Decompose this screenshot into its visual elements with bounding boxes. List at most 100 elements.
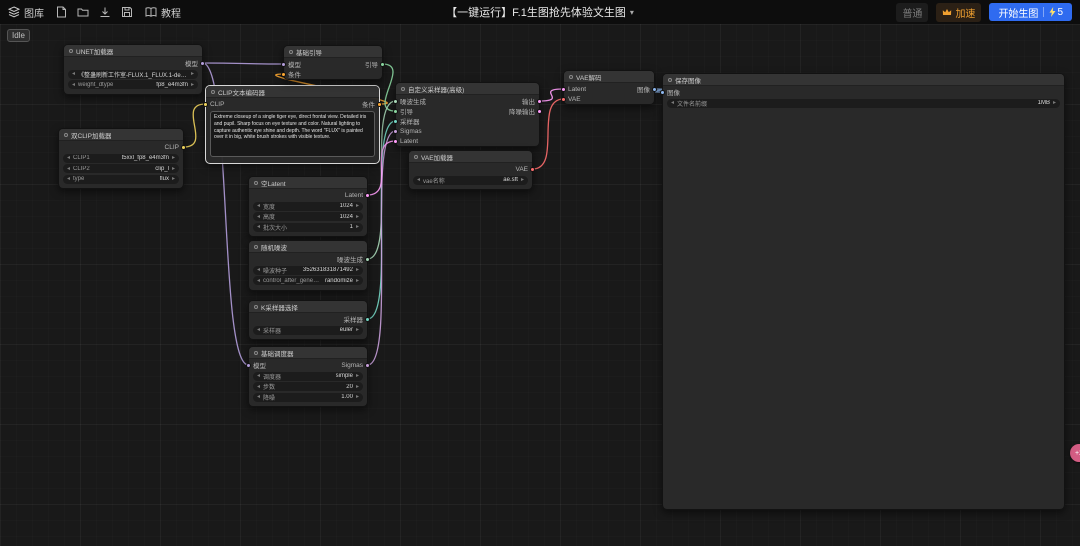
collapse-toggle-icon[interactable] [69, 49, 73, 53]
output-port-模型[interactable] [200, 61, 205, 66]
new-file-icon[interactable] [56, 6, 67, 18]
increment-arrow[interactable]: ▸ [356, 384, 359, 390]
output-port-Latent[interactable] [365, 193, 370, 198]
widget-CLIP1[interactable]: ◂CLIP1t5xxl_fp8_e4m3fn▸ [63, 154, 179, 163]
collapse-toggle-icon[interactable] [414, 155, 418, 159]
node-vae-loader[interactable]: VAE加载器VAE◂vae名称ae.sft▸ [408, 150, 533, 190]
mode-normal-button[interactable]: 普通 [896, 3, 928, 22]
output-port-VAE[interactable] [530, 167, 535, 172]
save-icon[interactable] [121, 6, 133, 18]
increment-arrow[interactable]: ▸ [356, 327, 359, 333]
input-port-Latent[interactable] [561, 87, 566, 92]
output-port-降噪输出[interactable] [537, 109, 542, 114]
widget-步数[interactable]: ◂步数20▸ [253, 382, 363, 391]
node-random-noise[interactable]: 随机噪波噪波生成◂噪波种子352631831871492▸◂control_af… [248, 240, 368, 291]
prompt-textarea[interactable]: Extreme closeup of a single tiger eye, d… [210, 111, 375, 157]
node-header[interactable]: K采样器选择 [249, 301, 367, 313]
node-header[interactable]: UNET加载器 [64, 45, 202, 57]
input-port-VAE[interactable] [561, 97, 566, 102]
widget-vae名称[interactable]: ◂vae名称ae.sft▸ [413, 176, 528, 185]
collapse-toggle-icon[interactable] [254, 181, 258, 185]
node-header[interactable]: 基础调度器 [249, 347, 367, 359]
decrement-arrow[interactable]: ◂ [257, 327, 260, 333]
output-port-噪波生成[interactable] [365, 257, 370, 262]
collapse-toggle-icon[interactable] [569, 75, 573, 79]
decrement-arrow[interactable]: ◂ [257, 267, 260, 273]
widget-weight_dtype[interactable]: ◂weight_dtypefp8_e4m3fn▸ [68, 80, 198, 89]
node-header[interactable]: 保存图像 [663, 74, 1064, 86]
node-unet-loader[interactable]: UNET加载器模型◂《整蛊刷新工作室-FLUX.1_FLUX.1-dev-fp8… [63, 44, 203, 95]
output-port-输出[interactable] [537, 99, 542, 104]
decrement-arrow[interactable]: ◂ [257, 278, 260, 284]
input-port-CLIP[interactable] [203, 102, 208, 107]
output-port-Sigmas[interactable] [365, 363, 370, 368]
widget-噪波种子[interactable]: ◂噪波种子352631831871492▸ [253, 266, 363, 275]
widget-采样器[interactable]: ◂采样器euler▸ [253, 326, 363, 335]
input-port-Latent[interactable] [393, 139, 398, 144]
node-canvas[interactable]: Idle +2 UNET加载器模型◂《整蛊刷新工作室-FLUX.1_FLUX.1… [0, 24, 1080, 546]
input-port-Sigmas[interactable] [393, 129, 398, 134]
node-header[interactable]: 基础引导 [284, 46, 382, 58]
decrement-arrow[interactable]: ◂ [67, 176, 70, 182]
widget-调度器[interactable]: ◂调度器simple▸ [253, 372, 363, 381]
node-header[interactable]: 空Latent [249, 177, 367, 189]
increment-arrow[interactable]: ▸ [356, 224, 359, 230]
download-icon[interactable] [99, 6, 111, 18]
collapse-toggle-icon[interactable] [64, 133, 68, 137]
node-save-image[interactable]: 保存图像图像◂文件名前缀1MB▸ [662, 73, 1065, 510]
increment-arrow[interactable]: ▸ [356, 267, 359, 273]
input-port-图像[interactable] [660, 90, 665, 95]
widget-高度[interactable]: ◂高度1024▸ [253, 212, 363, 221]
increment-arrow[interactable]: ▸ [356, 394, 359, 400]
widget-文件名前缀[interactable]: ◂文件名前缀1MB▸ [667, 99, 1060, 108]
output-port-CLIP[interactable] [181, 145, 186, 150]
input-port-采样器[interactable] [393, 119, 398, 124]
increment-arrow[interactable]: ▸ [356, 203, 359, 209]
node-ksampler-select[interactable]: K采样器选择采样器◂采样器euler▸ [248, 300, 368, 340]
decrement-arrow[interactable]: ◂ [257, 224, 260, 230]
decrement-arrow[interactable]: ◂ [257, 394, 260, 400]
decrement-arrow[interactable]: ◂ [671, 100, 674, 106]
output-port-引导[interactable] [380, 62, 385, 67]
collapse-toggle-icon[interactable] [254, 305, 258, 309]
node-vae-decode[interactable]: VAE解码Latent图像VAE [563, 70, 655, 105]
gallery-button[interactable]: 图库 [8, 5, 44, 20]
decrement-arrow[interactable]: ◂ [257, 384, 260, 390]
decrement-arrow[interactable]: ◂ [257, 203, 260, 209]
increment-arrow[interactable]: ▸ [356, 373, 359, 379]
increment-arrow[interactable]: ▸ [172, 155, 175, 161]
increment-arrow[interactable]: ▸ [521, 177, 524, 183]
increment-arrow[interactable]: ▸ [172, 176, 175, 182]
collapse-toggle-icon[interactable] [401, 87, 405, 91]
collapse-toggle-icon[interactable] [289, 50, 293, 54]
widget-批次大小[interactable]: ◂批次大小1▸ [253, 223, 363, 232]
node-dualclip-loader[interactable]: 双CLIP加载器CLIP◂CLIP1t5xxl_fp8_e4m3fn▸◂CLIP… [58, 128, 184, 189]
input-port-噪波生成[interactable] [393, 99, 398, 104]
tutorial-button[interactable]: 教程 [145, 5, 181, 20]
generate-button[interactable]: 开始生图 5 [989, 3, 1072, 21]
node-basic-guider[interactable]: 基础引导模型引导条件 [283, 45, 383, 80]
decrement-arrow[interactable]: ◂ [417, 177, 420, 183]
input-port-条件[interactable] [281, 72, 286, 77]
node-header[interactable]: VAE加载器 [409, 151, 532, 163]
widget-control_after_generate[interactable]: ◂control_after_generaterandomize▸ [253, 276, 363, 285]
mode-boost-button[interactable]: 加速 [936, 3, 981, 22]
output-port-图像[interactable] [652, 87, 657, 92]
widget-降噪[interactable]: ◂降噪1.00▸ [253, 393, 363, 402]
floating-badge[interactable]: +2 [1070, 444, 1080, 462]
widget-value[interactable]: ◂《整蛊刷新工作室-FLUX.1_FLUX.1-dev-fp8▸ [68, 70, 198, 79]
decrement-arrow[interactable]: ◂ [72, 71, 75, 77]
node-header[interactable]: VAE解码 [564, 71, 654, 83]
input-port-模型[interactable] [281, 62, 286, 67]
input-port-模型[interactable] [246, 363, 251, 368]
node-clip-text-encode[interactable]: CLIP文本编码器CLIP条件Extreme closeup of a sing… [205, 85, 380, 164]
increment-arrow[interactable]: ▸ [172, 166, 175, 172]
increment-arrow[interactable]: ▸ [356, 278, 359, 284]
node-sampler-custom-adv[interactable]: 自定义采样器(高级)噪波生成输出引导降噪输出采样器SigmasLatent [395, 82, 540, 147]
node-header[interactable]: 随机噪波 [249, 241, 367, 253]
collapse-toggle-icon[interactable] [254, 245, 258, 249]
node-header[interactable]: CLIP文本编码器 [206, 86, 379, 98]
decrement-arrow[interactable]: ◂ [67, 155, 70, 161]
decrement-arrow[interactable]: ◂ [67, 166, 70, 172]
decrement-arrow[interactable]: ◂ [257, 373, 260, 379]
